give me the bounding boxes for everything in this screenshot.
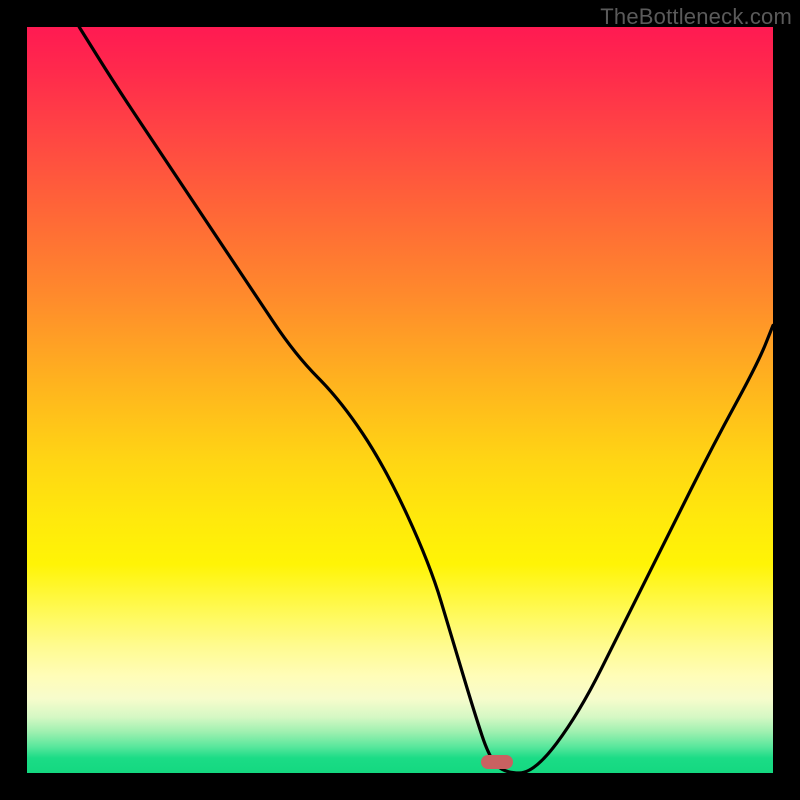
chart-plot-area [27, 27, 773, 773]
optimal-point-marker [481, 755, 513, 769]
watermark-text: TheBottleneck.com [600, 4, 792, 30]
chart-frame: TheBottleneck.com [0, 0, 800, 800]
bottleneck-curve-svg [27, 27, 773, 773]
bottleneck-curve-line [79, 27, 773, 773]
